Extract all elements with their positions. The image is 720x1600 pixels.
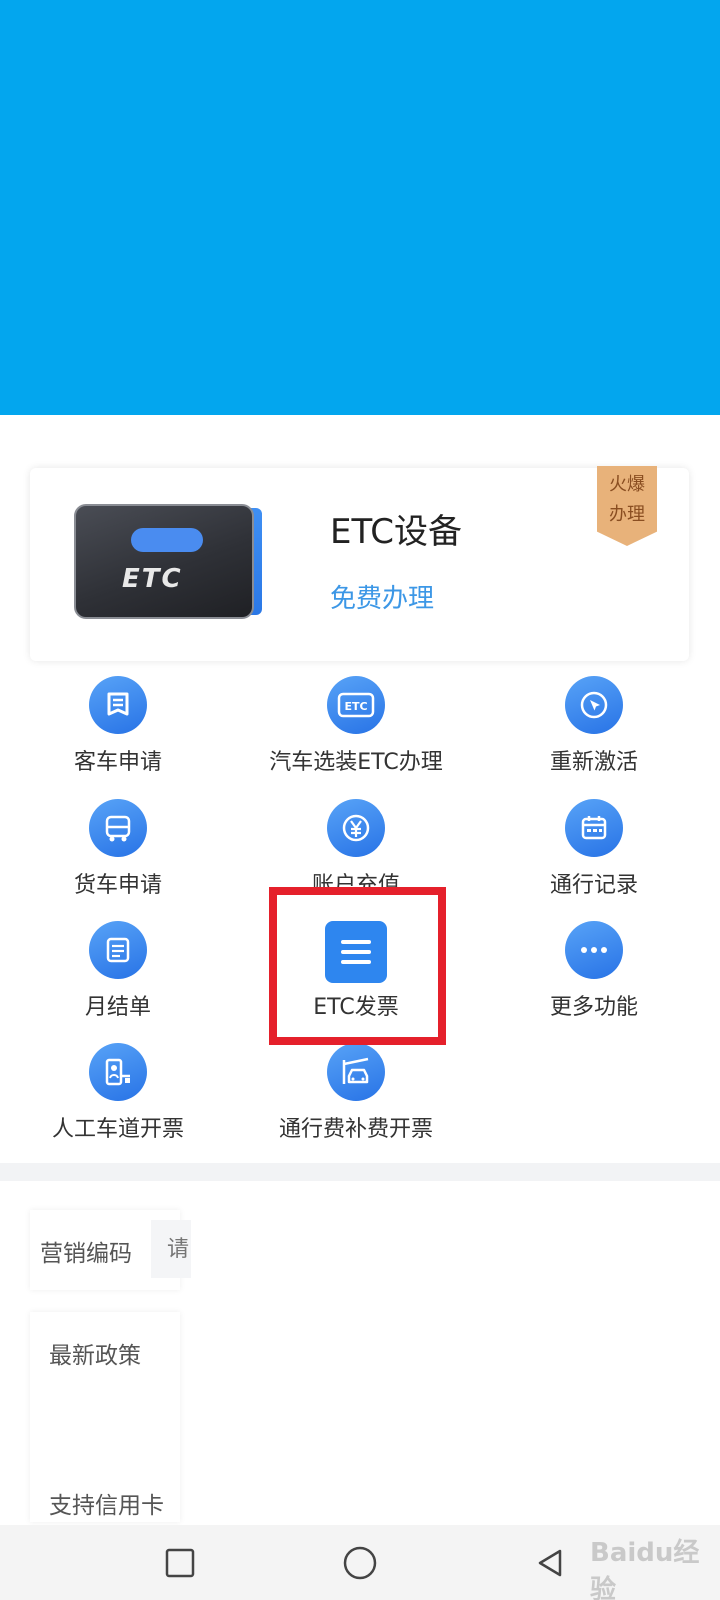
truck-icon [89, 799, 147, 857]
policy-panel: 最新政策 支持信用卡 [30, 1312, 180, 1522]
menu-item-label: 汽车选装ETC办理 [269, 750, 443, 775]
toll-booth-icon [89, 1043, 147, 1101]
etc-card-subtitle[interactable]: 免费办理 [330, 578, 434, 615]
hot-badge: 火爆 办理 [597, 466, 657, 546]
car-barrier-icon [327, 1043, 385, 1101]
menu-item-supplement-invoice[interactable]: 通行费补费开票 [246, 1043, 466, 1153]
menu-item-label: 月结单 [84, 995, 151, 1020]
watermark: Baidu经验 [590, 1538, 700, 1600]
page: ETC ETC设备 免费办理 火爆 办理 客车申请 ETC 汽车选装ETC办理 重… [0, 0, 720, 1600]
menu-item-reactivate[interactable]: 重新激活 [484, 676, 704, 786]
svg-text:ETC: ETC [344, 700, 367, 713]
menu-item-more[interactable]: 更多功能 [484, 921, 704, 1031]
calendar-icon [565, 799, 623, 857]
more-dots-icon [565, 921, 623, 979]
menu-item-label: 通行记录 [549, 873, 638, 898]
menu-item-label: 更多功能 [549, 995, 638, 1020]
statement-icon [89, 921, 147, 979]
marketing-code-row: 营销编码 [30, 1210, 191, 1290]
menu-item-label: 货车申请 [73, 873, 162, 898]
menu-item-manual-lane-invoice[interactable]: 人工车道开票 [8, 1043, 228, 1153]
recents-button[interactable] [156, 1539, 204, 1587]
receipt-icon [89, 676, 147, 734]
top-banner[interactable] [0, 0, 720, 415]
cursor-click-icon [565, 676, 623, 734]
menu-item-label: 客车申请 [73, 750, 162, 775]
etc-device-image: ETC [74, 504, 284, 619]
menu-item-truck-apply[interactable]: 货车申请 [8, 799, 228, 909]
menu-item-car-etc[interactable]: ETC 汽车选装ETC办理 [246, 676, 466, 786]
etc-card-title: ETC设备 [330, 512, 462, 552]
etc-tag-icon: ETC [327, 676, 385, 734]
marketing-code-input[interactable] [151, 1220, 191, 1278]
menu-item-label: 重新激活 [549, 750, 638, 775]
yen-coin-icon [327, 799, 385, 857]
menu-item-trip-records[interactable]: 通行记录 [484, 799, 704, 909]
menu-item-monthly-statement[interactable]: 月结单 [8, 921, 228, 1031]
policy-title: 最新政策 [49, 1343, 141, 1369]
marketing-code-label: 营销编码 [40, 1241, 132, 1267]
menu-item-label: 通行费补费开票 [278, 1117, 433, 1142]
highlight-box [269, 887, 446, 1045]
etc-device-label: ETC [122, 564, 183, 594]
etc-device-card[interactable]: ETC ETC设备 免费办理 火爆 办理 [30, 466, 689, 661]
policy-item[interactable]: 支持信用卡 [49, 1486, 164, 1520]
menu-item-bus-apply[interactable]: 客车申请 [8, 676, 228, 786]
menu-item-label: 人工车道开票 [51, 1117, 184, 1142]
back-button[interactable] [526, 1539, 574, 1587]
section-divider [0, 1163, 720, 1181]
home-button[interactable] [336, 1539, 384, 1587]
